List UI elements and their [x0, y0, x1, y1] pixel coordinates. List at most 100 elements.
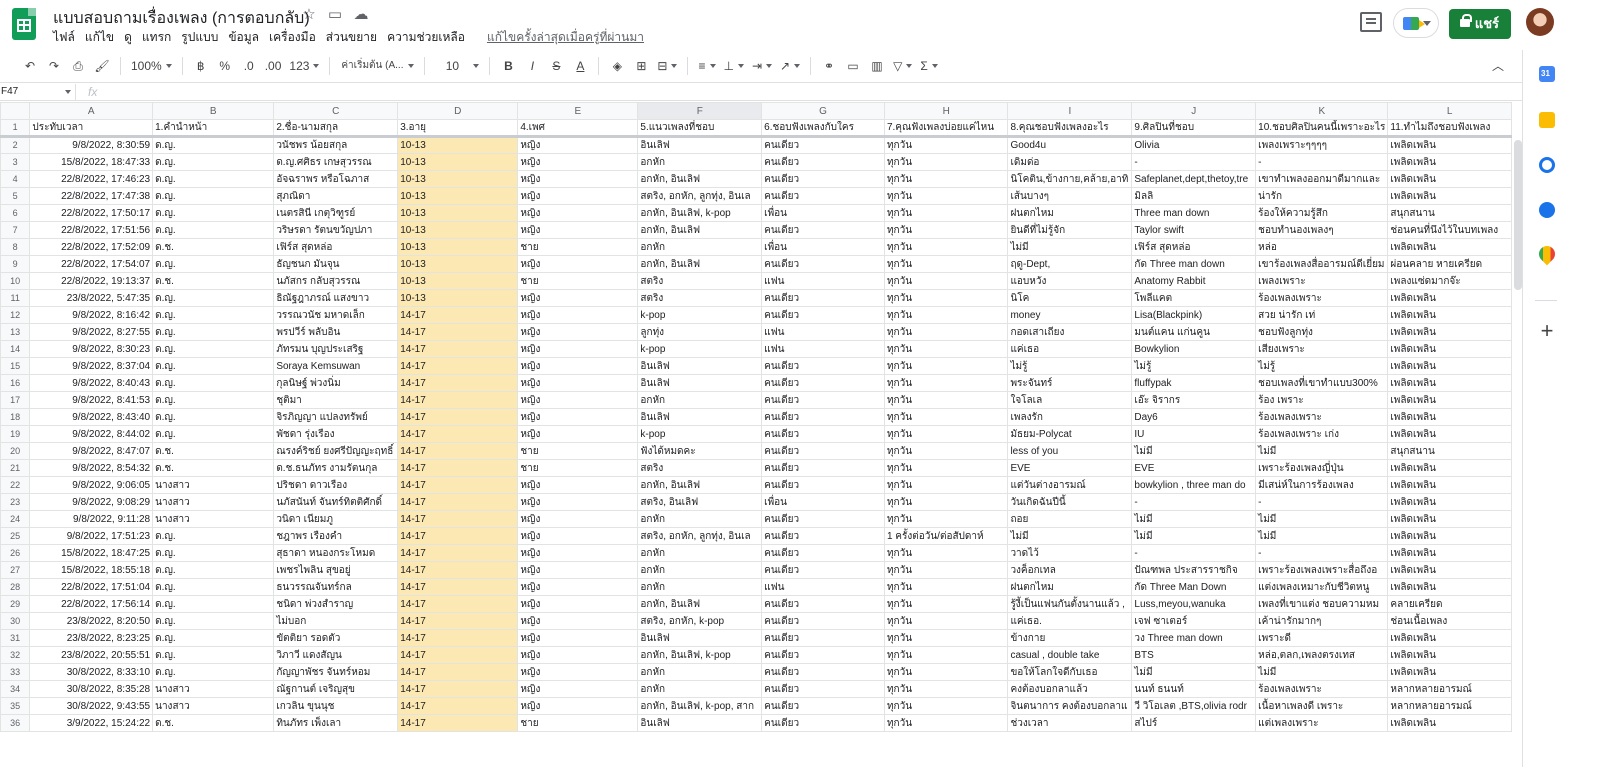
table-cell[interactable]: ฟังได้หมดคะ — [637, 442, 763, 460]
functions-icon[interactable]: Σ — [918, 55, 939, 77]
table-cell[interactable]: กัญญาพัชร จันทร์หอม — [273, 663, 399, 681]
row-number[interactable]: 25 — [0, 527, 31, 545]
table-cell[interactable]: bowkylion , three man do — [1131, 476, 1257, 494]
column-header[interactable]: C — [273, 102, 399, 120]
table-cell[interactable]: นภัสกร กลับสุวรรณ — [273, 272, 399, 290]
table-cell[interactable]: มีเสน่ห์ในการร้องเพลง — [1255, 476, 1389, 494]
table-cell[interactable]: อกหัก — [637, 663, 763, 681]
table-cell[interactable]: ทุกวัน — [883, 510, 1009, 528]
table-cell[interactable]: ไม่มี — [1255, 442, 1389, 460]
table-cell[interactable]: กัด Three Man Down — [1131, 578, 1257, 596]
table-cell[interactable]: ด.ญ. — [152, 289, 275, 307]
table-cell[interactable]: เพลิดเพลิน — [1387, 527, 1512, 545]
table-cell[interactable]: หญิง — [517, 187, 639, 205]
row-number[interactable]: 18 — [0, 408, 31, 426]
table-cell[interactable]: ทุกวัน — [883, 340, 1009, 358]
row-number[interactable]: 28 — [0, 578, 31, 596]
table-cell[interactable]: อกหัก — [637, 153, 763, 171]
row-number[interactable]: 24 — [0, 510, 31, 528]
table-cell[interactable]: วงค็อกเทล — [1007, 561, 1133, 579]
table-cell[interactable]: 9/8/2022, 8:30:59 — [29, 136, 154, 154]
table-cell[interactable]: 9/8/2022, 9:08:29 — [29, 493, 154, 511]
table-cell[interactable]: ชฎาพร เรืองคำ — [273, 527, 399, 545]
table-cell[interactable]: หลากหลายอารมณ์ — [1387, 697, 1512, 715]
table-cell[interactable]: เพลิดเพลิน — [1387, 323, 1512, 341]
table-cell[interactable]: ไม่มี — [1131, 527, 1257, 545]
table-cell[interactable]: จินตนาการ คงต้องบอกลาแ — [1007, 697, 1133, 715]
table-cell[interactable]: เฟิร์ส สุดหล่อ — [273, 238, 399, 256]
table-cell[interactable]: อัจฉราพร หรือโฉภาส — [273, 170, 399, 188]
maps-icon[interactable] — [1535, 242, 1559, 266]
table-cell[interactable]: ด.ช. — [152, 238, 275, 256]
table-cell[interactable]: ทุกวัน — [883, 476, 1009, 494]
table-cell[interactable]: อกหัก, อินเลิฟ, k-pop — [637, 646, 763, 664]
table-cell[interactable]: เพื่อน — [761, 493, 885, 511]
name-box[interactable]: F47 — [0, 84, 76, 100]
row-number[interactable]: 20 — [0, 442, 31, 460]
table-cell[interactable]: 14-17 — [397, 714, 519, 732]
table-cell[interactable]: สตริง — [637, 289, 763, 307]
table-cell[interactable]: หญิง — [517, 204, 639, 222]
table-cell[interactable]: สวย น่ารัก เท่ — [1255, 306, 1389, 324]
table-cell[interactable]: หญิง — [517, 561, 639, 579]
table-cell[interactable]: ผ่อนคลาย หายเครียด — [1387, 255, 1512, 273]
table-cell[interactable]: 14-17 — [397, 544, 519, 562]
table-cell[interactable]: ไม่มี — [1131, 442, 1257, 460]
row-number[interactable]: 16 — [0, 374, 31, 392]
table-cell[interactable]: ทุกวัน — [883, 323, 1009, 341]
row-number[interactable]: 19 — [0, 425, 31, 443]
table-cell[interactable]: อกหัก, อินเลิฟ — [637, 476, 763, 494]
table-cell[interactable]: วง Three man down — [1131, 629, 1257, 647]
table-cell[interactable]: 22/8/2022, 17:51:04 — [29, 578, 154, 596]
table-cell[interactable]: 14-17 — [397, 578, 519, 596]
table-cell[interactable]: ด.ญ. — [152, 663, 275, 681]
table-cell[interactable]: คนเดียว — [761, 544, 885, 562]
row-number[interactable]: 15 — [0, 357, 31, 375]
table-cell[interactable]: เฟิร์ส สุดหล่อ — [1131, 238, 1257, 256]
row-number[interactable]: 31 — [0, 629, 31, 647]
table-cell[interactable]: ทุกวัน — [883, 612, 1009, 630]
table-cell[interactable]: วันเกิดฉันปีนี้ — [1007, 493, 1133, 511]
insert-comment-icon[interactable]: ▭ — [843, 55, 863, 77]
table-cell[interactable]: หญิง — [517, 136, 639, 154]
table-cell[interactable]: พระจันทร์ — [1007, 374, 1133, 392]
table-cell[interactable]: เพลิดเพลิน — [1387, 493, 1512, 511]
table-cell[interactable]: 14-17 — [397, 561, 519, 579]
table-cell[interactable]: ชาย — [517, 459, 639, 477]
table-cell[interactable]: แต่วันต่างอารมณ์ — [1007, 476, 1133, 494]
table-cell[interactable]: 14-17 — [397, 476, 519, 494]
table-cell[interactable]: 9/8/2022, 8:16:42 — [29, 306, 154, 324]
table-cell[interactable]: หญิง — [517, 697, 639, 715]
table-cell[interactable]: 14-17 — [397, 646, 519, 664]
table-cell[interactable]: คนเดียว — [761, 629, 885, 647]
table-cell[interactable]: ณรงค์ริชย์ ยงศรีปัญญะฤทธิ์ — [273, 442, 399, 460]
table-cell[interactable]: หญิง — [517, 578, 639, 596]
table-cell[interactable]: 23/8/2022, 5:47:35 — [29, 289, 154, 307]
table-cell[interactable]: หญิง — [517, 663, 639, 681]
header-cell[interactable]: 2.ชื่อ-นามสกุล — [273, 119, 399, 138]
table-cell[interactable]: เพลิดเพลิน — [1387, 306, 1512, 324]
header-cell[interactable]: 5.แนวเพลงที่ชอบ — [637, 119, 763, 138]
table-cell[interactable]: เพลิดเพลิน — [1387, 136, 1512, 154]
table-cell[interactable]: ไม่รู้ — [1007, 357, 1133, 375]
insert-link-icon[interactable]: ⚭ — [819, 55, 839, 77]
table-cell[interactable]: Safeplanet,dept,thetoy,tre — [1131, 170, 1257, 188]
table-cell[interactable]: วาดไว้ — [1007, 544, 1133, 562]
table-cell[interactable]: เพชรไพลิน สุขอยู่ — [273, 561, 399, 579]
table-cell[interactable]: คนเดียว — [761, 255, 885, 273]
table-cell[interactable]: ชอบเพลงที่เขาทำแบบ300% — [1255, 374, 1389, 392]
table-cell[interactable]: 22/8/2022, 17:56:14 — [29, 595, 154, 613]
table-cell[interactable]: วริษรดา รัตนขวัญปภา — [273, 221, 399, 239]
table-cell[interactable]: 22/8/2022, 17:46:23 — [29, 170, 154, 188]
row-number[interactable]: 21 — [0, 459, 31, 477]
font-select[interactable]: ค่าเริ่มต้น (A... — [338, 55, 416, 77]
row-number[interactable]: 9 — [0, 255, 31, 273]
table-cell[interactable]: หญิง — [517, 646, 639, 664]
table-cell[interactable]: Anatomy Rabbit — [1131, 272, 1257, 290]
decrease-decimal-button[interactable]: .0 — [239, 55, 259, 77]
text-rotation-icon[interactable]: ↗ — [778, 55, 802, 77]
table-cell[interactable]: นางสาว — [152, 697, 275, 715]
table-cell[interactable]: 9/8/2022, 8:41:53 — [29, 391, 154, 409]
table-cell[interactable]: 9/8/2022, 8:40:43 — [29, 374, 154, 392]
table-cell[interactable]: นางสาว — [152, 476, 275, 494]
